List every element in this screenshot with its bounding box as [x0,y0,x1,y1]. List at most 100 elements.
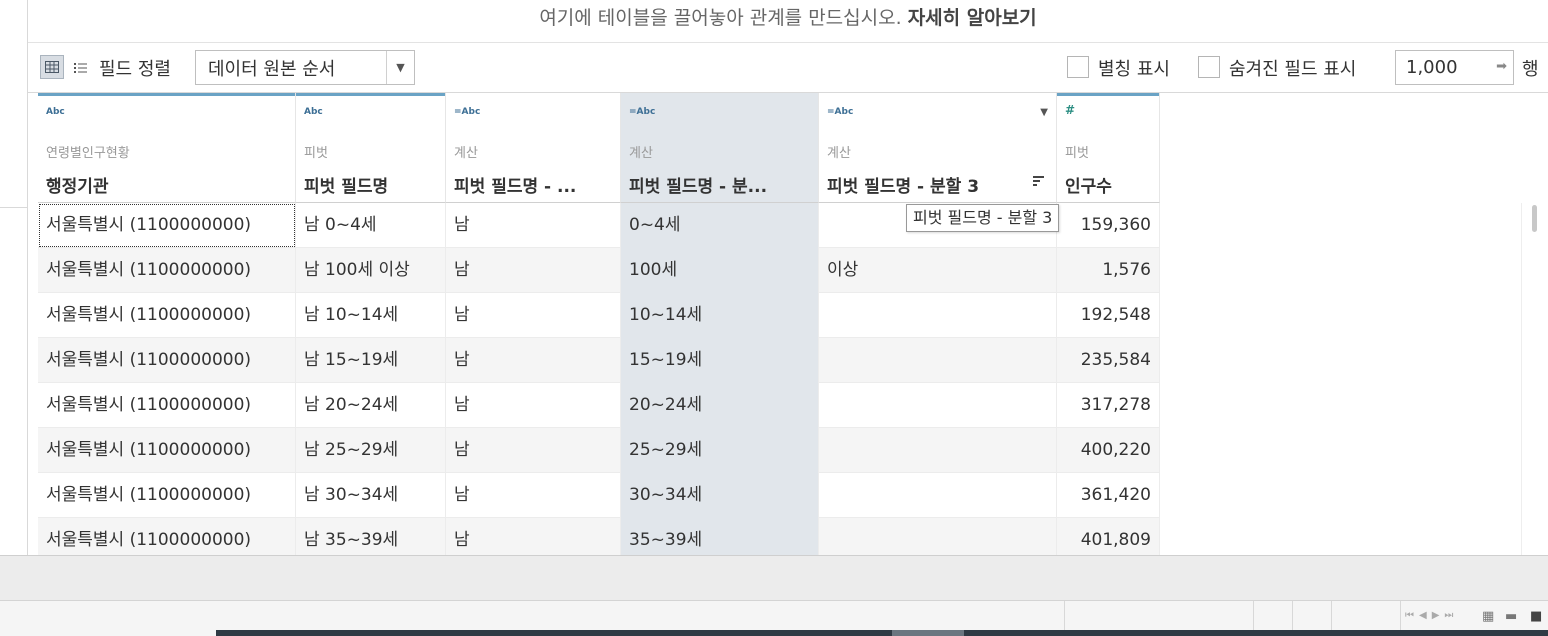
arrow-right-icon[interactable]: ➡ [1496,59,1507,74]
sort-order-select[interactable]: 데이터 원본 순서 ▼ [195,50,415,85]
cell-split-2[interactable]: 35~39세 [621,518,819,555]
column-header-pivot-field[interactable]: Abc 피벗 피벗 필드명 [296,93,446,203]
column-source: 피벗 [1065,146,1089,161]
grid-sheets-icon[interactable]: ▦ [1482,609,1494,624]
cell-admin[interactable]: 서울특별시 (1100000000) [38,428,296,473]
cell-pivot-field[interactable]: 남 25~29세 [296,428,446,473]
calc-string-type-icon[interactable]: =Abc [629,107,655,117]
string-type-icon[interactable]: Abc [46,107,65,117]
bottom-pane [0,555,1548,600]
learn-more-link[interactable]: 자세히 알아보기 [908,7,1037,29]
cell-admin[interactable]: 서울특별시 (1100000000) [38,473,296,518]
cell-admin[interactable]: 서울특별시 (1100000000) [38,338,296,383]
cell-split-2[interactable]: 10~14세 [621,293,819,338]
column-name: 피벗 필드명 - ... [454,177,577,197]
column-source: 계산 [454,146,478,161]
cell-admin[interactable]: 서울특별시 (1100000000) [38,248,296,293]
cell-admin[interactable]: 서울특별시 (1100000000) [38,383,296,428]
relationship-banner: 여기에 테이블을 끌어놓아 관계를 만드십시오. 자세히 알아보기 [28,0,1548,43]
column-source: 피벗 [304,146,328,161]
table-row: 서울특별시 (1100000000) 남 15~19세 남 15~19세 235… [38,338,1160,383]
cell-split-1[interactable]: 남 [446,383,621,428]
left-panel-edge [0,0,28,556]
cell-split-2[interactable]: 0~4세 [621,203,819,248]
cell-pivot-field[interactable]: 남 10~14세 [296,293,446,338]
banner-text: 여기에 테이블을 끌어놓아 관계를 만드십시오. [539,7,902,29]
cell-split-3[interactable] [819,428,1057,473]
cell-population[interactable]: 400,220 [1057,428,1160,473]
cell-split-3[interactable] [819,518,1057,555]
cell-split-1[interactable]: 남 [446,473,621,518]
cell-pivot-field[interactable]: 남 15~19세 [296,338,446,383]
show-hidden-fields-checkbox[interactable] [1198,56,1220,78]
column-name: 피벗 필드명 - 분할 3 [827,177,980,197]
show-aliases-label[interactable]: 별칭 표시 [1098,55,1170,81]
column-header-split-3[interactable]: =Abc ▼ 계산 피벗 필드명 - 분할 3 [819,93,1057,203]
cell-admin[interactable]: 서울특별시 (1100000000) [38,518,296,555]
cell-split-3[interactable] [819,383,1057,428]
sort-icon[interactable] [1033,175,1044,190]
cell-split-3[interactable] [819,473,1057,518]
cell-split-3[interactable]: 이상 [819,248,1057,293]
table-row: 서울특별시 (1100000000) 남 30~34세 남 30~34세 361… [38,473,1160,518]
table-row: 서울특별시 (1100000000) 남 35~39세 남 35~39세 401… [38,518,1160,555]
number-type-icon[interactable]: # [1065,103,1075,117]
cell-split-2[interactable]: 25~29세 [621,428,819,473]
cell-split-1[interactable]: 남 [446,203,621,248]
cell-split-3[interactable] [819,293,1057,338]
cell-split-1[interactable]: 남 [446,338,621,383]
sort-fields-label: 필드 정렬 [99,59,171,80]
cell-split-2[interactable]: 15~19세 [621,338,819,383]
column-menu-chevron-icon[interactable]: ▼ [1040,107,1048,118]
cell-split-2[interactable]: 20~24세 [621,383,819,428]
vertical-scrollbar[interactable] [1521,203,1548,555]
list-view-icon[interactable] [70,55,90,79]
cell-admin[interactable]: 서울특별시 (1100000000) [38,203,296,248]
cell-pivot-field[interactable]: 남 0~4세 [296,203,446,248]
cell-split-1[interactable]: 남 [446,428,621,473]
cell-pivot-field[interactable]: 남 20~24세 [296,383,446,428]
column-header-admin[interactable]: Abc 연령별인구현황 행정기관 [38,93,296,203]
table-row: 서울특별시 (1100000000) 남 20~24세 남 20~24세 317… [38,383,1160,428]
table-row: 서울특별시 (1100000000) 남 100세 이상 남 100세 이상 1… [38,248,1160,293]
cell-population[interactable]: 1,576 [1057,248,1160,293]
cell-population[interactable]: 401,809 [1057,518,1160,555]
cell-population[interactable]: 317,278 [1057,383,1160,428]
cell-split-2[interactable]: 30~34세 [621,473,819,518]
cell-admin[interactable]: 서울특별시 (1100000000) [38,293,296,338]
cell-population[interactable]: 192,548 [1057,293,1160,338]
cell-population[interactable]: 235,584 [1057,338,1160,383]
grid-view-icon[interactable] [40,55,64,79]
cell-split-1[interactable]: 남 [446,518,621,555]
chevron-down-icon[interactable]: ▼ [386,51,414,84]
column-name: 피벗 필드명 [304,177,389,197]
sheet-navigation-icons[interactable]: ⏮◀▶⏭ [1405,610,1458,621]
cell-split-1[interactable]: 남 [446,293,621,338]
tabs-view-icon[interactable]: ■ [1530,609,1542,624]
column-name: 피벗 필드명 - 분... [629,177,768,197]
cell-population[interactable]: 159,360 [1057,203,1160,248]
cell-split-2[interactable]: 100세 [621,248,819,293]
calc-string-type-icon[interactable]: =Abc [827,107,853,117]
cell-pivot-field[interactable]: 남 30~34세 [296,473,446,518]
row-count-input[interactable]: 1,000 ➡ [1395,50,1514,85]
row-count-value: 1,000 [1406,57,1458,78]
cell-pivot-field[interactable]: 남 100세 이상 [296,248,446,293]
column-header-split-2[interactable]: =Abc 계산 피벗 필드명 - 분... [621,93,819,203]
cell-population[interactable]: 361,420 [1057,473,1160,518]
column-header-population[interactable]: # 피벗 인구수 [1057,93,1160,203]
show-hidden-fields-label[interactable]: 숨겨진 필드 표시 [1229,55,1356,81]
string-type-icon[interactable]: Abc [304,107,323,117]
column-tooltip: 피벗 필드명 - 분할 3 [906,204,1060,232]
table-row: 서울특별시 (1100000000) 남 10~14세 남 10~14세 192… [38,293,1160,338]
calc-string-type-icon[interactable]: =Abc [454,107,480,117]
scrollbar-thumb[interactable] [1532,205,1537,232]
column-source: 계산 [827,146,851,161]
show-aliases-checkbox[interactable] [1067,56,1089,78]
column-header-split-1[interactable]: =Abc 계산 피벗 필드명 - ... [446,93,621,203]
filmstrip-icon[interactable]: ▬ [1505,609,1517,624]
cell-split-3[interactable] [819,338,1057,383]
grid-toolbar: 필드 정렬 데이터 원본 순서 ▼ 별칭 표시 숨겨진 필드 표시 1,000 … [28,43,1548,93]
cell-split-1[interactable]: 남 [446,248,621,293]
cell-pivot-field[interactable]: 남 35~39세 [296,518,446,555]
